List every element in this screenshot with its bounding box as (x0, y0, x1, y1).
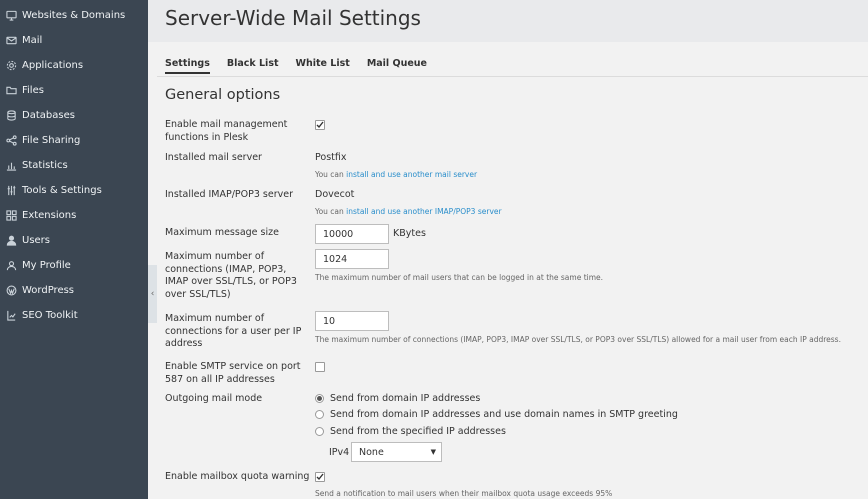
hint-text: You can (315, 207, 347, 216)
radio-button (315, 427, 324, 436)
radio-dot (317, 396, 322, 401)
radio-label: Send from domain IP addresses (330, 393, 481, 404)
page-header: Server-Wide Mail Settings (148, 0, 868, 42)
enable-mail-mgmt-label: Enable mail management functions in Ples… (165, 119, 288, 143)
ipv4-label: IPv4 (329, 447, 350, 458)
checkmark-icon (316, 473, 324, 481)
sidebar-item-mail[interactable]: Mail (0, 28, 148, 52)
radio-label: Send from the specified IP addresses (330, 426, 506, 437)
outgoing-mode-option-specified-ip[interactable]: Send from the specified IP addresses (315, 426, 506, 437)
database-icon (1, 109, 21, 121)
radio-button (315, 410, 324, 419)
sidebar-item-websites-domains[interactable]: Websites & Domains (0, 3, 148, 27)
profile-icon (1, 260, 21, 271)
tabs-divider (157, 76, 868, 77)
bar-chart-icon (1, 160, 21, 171)
sidebar-item-applications[interactable]: Applications (0, 53, 148, 77)
outgoing-mode-option-domain-names[interactable]: Send from domain IP addresses and use do… (315, 409, 678, 420)
radio-label: Send from domain IP addresses and use do… (330, 409, 678, 420)
outgoing-mode-option-domain-ip[interactable]: Send from domain IP addresses (315, 393, 480, 404)
chevron-left-icon: ‹ (150, 289, 155, 299)
sidebar-item-label: File Sharing (22, 134, 81, 146)
checkmark-icon (316, 121, 324, 129)
imap-server-label: Installed IMAP/POP3 server (165, 189, 293, 200)
sidebar-item-label: Mail (22, 34, 43, 46)
sidebar-item-file-sharing[interactable]: File Sharing (0, 128, 148, 152)
smtp-587-label: Enable SMTP service on port 587 on all I… (165, 361, 301, 385)
max-message-size-label: Maximum message size (165, 227, 279, 238)
seo-icon (1, 310, 21, 321)
share-icon (1, 134, 21, 146)
mail-icon (1, 35, 21, 46)
outgoing-mode-label: Outgoing mail mode (165, 393, 263, 404)
tab-settings[interactable]: Settings (165, 58, 210, 74)
gear-icon (1, 60, 21, 71)
sidebar-item-wordpress[interactable]: WordPress (0, 278, 148, 302)
caret-down-icon: ▼ (430, 448, 436, 456)
max-connections-label: Maximum number of connections (IMAP, POP… (165, 251, 297, 300)
max-conn-per-ip-hint: The maximum number of connections (IMAP,… (315, 335, 841, 344)
install-imap-server-link[interactable]: install and use another IMAP/POP3 server (346, 207, 501, 216)
radio-button (315, 394, 324, 403)
sidebar-item-users[interactable]: Users (0, 228, 148, 252)
sidebar-item-label: Extensions (22, 209, 77, 221)
max-connections-input[interactable] (315, 249, 389, 269)
imap-server-hint: You can install and use another IMAP/POP… (315, 207, 502, 216)
tab-white-list[interactable]: White List (296, 58, 350, 74)
sidebar-item-label: Applications (22, 59, 84, 71)
quota-warning-hint: Send a notification to mail users when t… (315, 489, 613, 498)
max-connections-hint: The maximum number of mail users that ca… (315, 273, 604, 282)
sidebar-item-extensions[interactable]: Extensions (0, 203, 148, 227)
quota-warning-label: Enable mailbox quota warning (165, 471, 310, 482)
quota-warning-checkbox[interactable] (315, 472, 325, 482)
section-title: General options (165, 87, 281, 103)
sidebar-item-tools-settings[interactable]: Tools & Settings (0, 178, 148, 202)
enable-mail-mgmt-checkbox[interactable] (315, 120, 325, 130)
max-conn-per-ip-label: Maximum number of connections for a user… (165, 313, 302, 349)
max-conn-per-ip-input[interactable] (315, 311, 389, 331)
sidebar-collapse-handle[interactable]: ‹ (148, 265, 157, 323)
mail-server-value: Postfix (315, 152, 347, 163)
smtp-587-checkbox[interactable] (315, 362, 325, 372)
sidebar-item-seo-toolkit[interactable]: SEO Toolkit (0, 303, 148, 327)
install-mail-server-link[interactable]: install and use another mail server (346, 170, 477, 179)
sliders-icon (1, 185, 21, 196)
wordpress-icon (1, 285, 21, 296)
ipv4-select[interactable]: None ▼ (351, 442, 442, 462)
tab-black-list[interactable]: Black List (227, 58, 279, 74)
hint-text: You can (315, 170, 347, 179)
puzzle-icon (1, 209, 21, 221)
sidebar-item-label: WordPress (22, 284, 75, 296)
max-message-size-unit: KBytes (393, 228, 426, 239)
ipv4-selected-value: None (359, 446, 384, 458)
sidebar: Websites & Domains Mail Applications Fil… (0, 0, 148, 499)
sidebar-item-label: SEO Toolkit (22, 309, 78, 321)
sidebar-item-databases[interactable]: Databases (0, 103, 148, 127)
user-icon (1, 235, 21, 246)
imap-server-value: Dovecot (315, 189, 355, 200)
monitor-icon (1, 10, 21, 21)
sidebar-item-label: Databases (22, 109, 75, 121)
tab-bar: Settings Black List White List Mail Queu… (165, 58, 444, 74)
sidebar-item-label: My Profile (22, 259, 71, 271)
max-message-size-input[interactable] (315, 224, 389, 244)
sidebar-item-label: Statistics (22, 159, 68, 171)
sidebar-item-label: Tools & Settings (22, 184, 102, 196)
sidebar-item-label: Files (22, 84, 44, 96)
folder-icon (1, 85, 21, 96)
mail-server-label: Installed mail server (165, 152, 262, 163)
sidebar-item-statistics[interactable]: Statistics (0, 153, 148, 177)
sidebar-item-files[interactable]: Files (0, 78, 148, 102)
sidebar-item-my-profile[interactable]: My Profile (0, 253, 148, 277)
mail-server-hint: You can install and use another mail ser… (315, 170, 477, 179)
sidebar-item-label: Websites & Domains (22, 9, 126, 21)
page-title: Server-Wide Mail Settings (165, 6, 421, 30)
tab-mail-queue[interactable]: Mail Queue (367, 58, 427, 74)
sidebar-item-label: Users (22, 234, 51, 246)
